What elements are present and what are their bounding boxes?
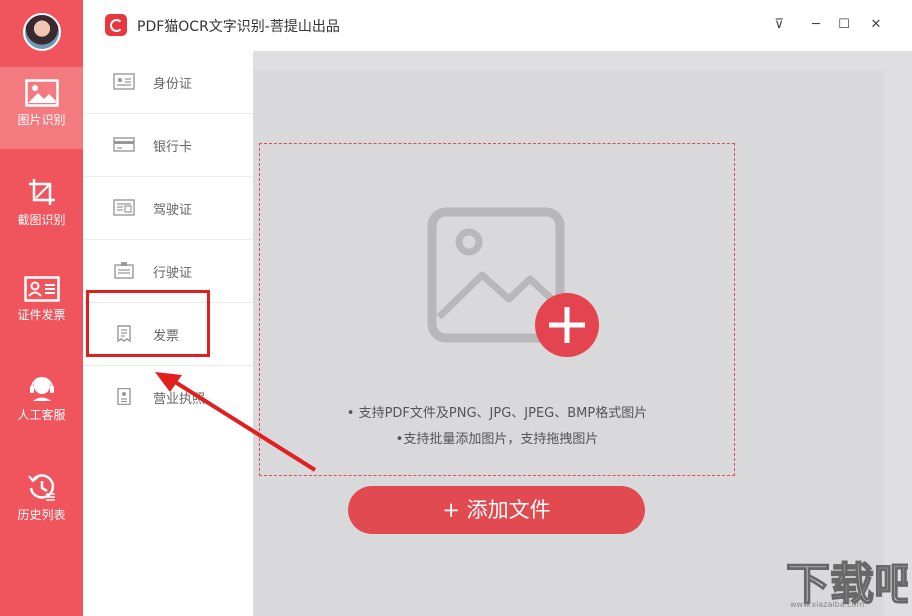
pointer-arrow — [155, 372, 317, 472]
minimize-button[interactable]: ─ — [805, 14, 827, 36]
add-file-button[interactable]: + 添加文件 — [348, 486, 645, 534]
menu-item-label: 身份证 — [153, 77, 193, 92]
menu-item-label: 银行卡 — [153, 140, 193, 155]
dropdown-menu-button[interactable]: ⊽ — [768, 14, 790, 36]
rail-item-screenshot-ocr[interactable]: 截图识别 — [0, 165, 83, 247]
main-content: • 支持PDF文件及PNG、JPG、JPEG、BMP格式图片 •支持批量添加图片… — [253, 51, 912, 616]
watermark-url: www.xiazaiba.com — [790, 600, 865, 609]
close-button[interactable]: ✕ — [865, 14, 887, 36]
rail-item-label: 人工客服 — [17, 408, 66, 422]
rail-item-id-invoice[interactable]: 证件发票 — [0, 264, 83, 346]
rail-item-image-ocr[interactable]: 图片识别 — [0, 67, 83, 149]
rail-item-label: 图片识别 — [17, 113, 66, 127]
app-logo-icon — [105, 14, 127, 36]
app-title: PDF猫OCR文字识别-菩提山出品 — [137, 19, 340, 35]
format-hint: • 支持PDF文件及PNG、JPG、JPEG、BMP格式图片 — [346, 406, 648, 421]
rail-item-label: 历史列表 — [17, 508, 66, 522]
history-icon — [27, 474, 55, 501]
batch-hint: •支持批量添加图片，支持拖拽图片 — [395, 432, 599, 447]
menu-item-driver-license[interactable]: 驾驶证 — [83, 177, 253, 240]
avatar[interactable] — [23, 13, 61, 51]
title-bar: PDF猫OCR文字识别-菩提山出品 ⊽ ─ ☐ ✕ — [83, 0, 912, 51]
menu-item-label: 驾驶证 — [153, 203, 193, 218]
rail-item-label: 证件发票 — [17, 308, 66, 322]
driver-license-icon — [113, 199, 135, 216]
headset-icon — [29, 377, 54, 401]
menu-item-bank-card[interactable]: 银行卡 — [83, 114, 253, 177]
add-image-placeholder-icon — [427, 207, 599, 357]
menu-item-id-card[interactable]: 身份证 — [83, 51, 253, 114]
file-drop-zone[interactable]: • 支持PDF文件及PNG、JPG、JPEG、BMP格式图片 •支持批量添加图片… — [259, 143, 735, 476]
rail-item-history[interactable]: 历史列表 — [0, 460, 83, 542]
id-card-icon — [23, 276, 60, 302]
left-rail: 图片识别 截图识别 证件发票 人工客服 历史列表 — [0, 0, 83, 616]
id-card-icon — [113, 73, 135, 90]
highlight-box — [86, 290, 210, 357]
image-icon — [24, 79, 59, 107]
bank-card-icon — [113, 137, 135, 152]
maximize-button[interactable]: ☐ — [833, 14, 855, 36]
crop-icon — [28, 179, 55, 205]
rail-item-label: 截图识别 — [17, 213, 66, 227]
vehicle-license-icon — [114, 262, 134, 279]
business-license-icon — [117, 388, 131, 405]
rail-item-customer-service[interactable]: 人工客服 — [0, 362, 83, 444]
menu-item-label: 行驶证 — [153, 266, 193, 281]
